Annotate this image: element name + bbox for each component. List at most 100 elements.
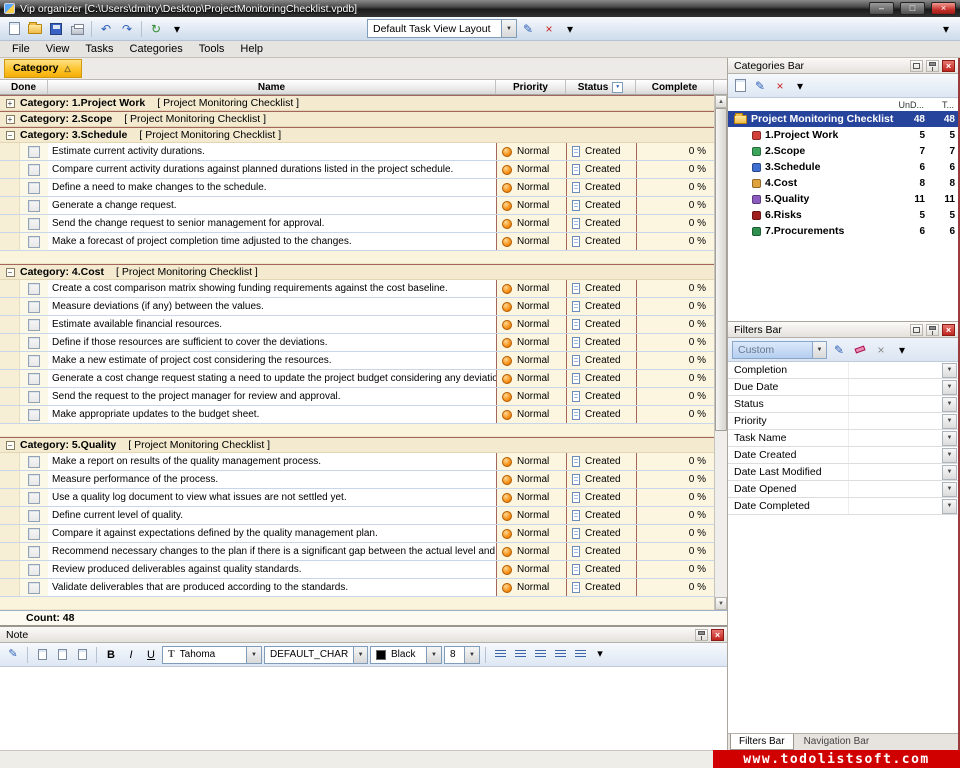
task-checkbox[interactable] (28, 301, 40, 313)
task-checkbox[interactable] (28, 182, 40, 194)
menu-tasks[interactable]: Tasks (77, 42, 121, 56)
filters-close-icon[interactable]: × (942, 324, 955, 336)
task-checkbox[interactable] (28, 456, 40, 468)
column-header-complete[interactable]: Complete (636, 80, 714, 94)
font-color-select[interactable]: Black ▼ (370, 646, 442, 664)
chevron-down-icon[interactable]: ▼ (246, 647, 261, 663)
chevron-down-icon[interactable]: ▼ (812, 342, 826, 358)
tab-navigation-bar[interactable]: Navigation Bar (795, 734, 879, 750)
menu-help[interactable]: Help (232, 42, 271, 56)
pin-icon[interactable] (926, 60, 939, 72)
edit-layout-icon[interactable]: ✎ (518, 19, 538, 39)
scrollbar-track[interactable] (715, 108, 727, 597)
toolbar-overflow-icon[interactable]: ▾ (936, 19, 956, 39)
task-checkbox[interactable] (28, 391, 40, 403)
align-right-icon[interactable] (531, 646, 549, 664)
scroll-down-icon[interactable]: ▼ (715, 597, 727, 610)
task-checkbox[interactable] (28, 528, 40, 540)
tools-dropdown-icon[interactable]: ▾ (167, 19, 187, 39)
font-family-select[interactable]: T Tahoma ▼ (162, 646, 262, 664)
spell-check-icon[interactable]: ✎ (4, 646, 22, 664)
collapse-icon[interactable]: − (6, 441, 15, 450)
undone-column-header[interactable]: UnD... (898, 100, 928, 110)
collapse-icon[interactable]: − (6, 268, 15, 277)
column-header-name[interactable]: Name (48, 80, 496, 94)
task-checkbox[interactable] (28, 164, 40, 176)
category-item[interactable]: 5.Quality1111 (728, 191, 958, 207)
note-editor[interactable] (0, 667, 727, 750)
save-filter-icon[interactable]: ✎ (830, 341, 848, 359)
category-item[interactable]: 6.Risks55 (728, 207, 958, 223)
group-header-row[interactable]: −Category: 4.Cost[ Project Monitoring Ch… (0, 264, 714, 280)
filter-dropdown-icon[interactable]: ▼ (942, 448, 957, 463)
filter-dropdown-icon[interactable]: ▼ (942, 414, 957, 429)
underline-button[interactable]: U (142, 646, 160, 664)
task-checkbox[interactable] (28, 492, 40, 504)
group-header-row[interactable]: −Category: 3.Schedule[ Project Monitorin… (0, 127, 714, 143)
category-item[interactable]: 2.Scope77 (728, 143, 958, 159)
bullet-list-icon[interactable] (551, 646, 569, 664)
total-column-header[interactable]: T... (928, 100, 958, 110)
task-checkbox[interactable] (28, 146, 40, 158)
task-checkbox[interactable] (28, 546, 40, 558)
filter-dropdown-icon[interactable]: ▼ (942, 482, 957, 497)
collapse-icon[interactable]: − (6, 131, 15, 140)
layout-options-icon[interactable]: ▾ (560, 19, 580, 39)
save-icon[interactable] (46, 19, 66, 39)
task-checkbox[interactable] (28, 373, 40, 385)
char-style-select[interactable]: DEFAULT_CHAR ▼ (264, 646, 368, 664)
grid-vertical-scrollbar[interactable]: ▲ ▼ (714, 95, 727, 610)
maximize-button[interactable]: □ (900, 2, 925, 15)
category-item[interactable]: 1.Project Work55 (728, 127, 958, 143)
group-header-row[interactable]: +Category: 1.Project Work[ Project Monit… (0, 95, 714, 111)
bold-button[interactable]: B (102, 646, 120, 664)
refresh-icon[interactable]: ↻ (146, 19, 166, 39)
menu-file[interactable]: File (4, 42, 38, 56)
expand-icon[interactable]: + (6, 99, 15, 108)
delete-layout-icon[interactable]: × (539, 19, 559, 39)
scroll-up-icon[interactable]: ▲ (715, 95, 727, 108)
filter-options-icon[interactable]: ▾ (893, 341, 911, 359)
menu-tools[interactable]: Tools (191, 42, 233, 56)
filter-dropdown-icon[interactable]: ▼ (942, 431, 957, 446)
filter-dropdown-icon[interactable]: ▼ (942, 465, 957, 480)
filter-dropdown-icon[interactable]: ▼ (942, 380, 957, 395)
status-filter-icon[interactable]: ▼ (612, 82, 623, 93)
category-item[interactable]: 7.Procurements66 (728, 223, 958, 239)
task-checkbox[interactable] (28, 564, 40, 576)
tab-filters-bar[interactable]: Filters Bar (730, 734, 794, 750)
font-size-select[interactable]: 8 ▼ (444, 646, 480, 664)
cut-icon[interactable] (33, 646, 51, 664)
group-header-row[interactable]: +Category: 2.Scope[ Project Monitoring C… (0, 111, 714, 127)
chevron-down-icon[interactable]: ▼ (426, 647, 441, 663)
align-left-icon[interactable] (491, 646, 509, 664)
copy-icon[interactable] (53, 646, 71, 664)
chevron-down-icon[interactable]: ▼ (353, 647, 367, 663)
window-position-icon[interactable] (910, 60, 923, 72)
undo-icon[interactable]: ↶ (96, 19, 116, 39)
task-checkbox[interactable] (28, 474, 40, 486)
menu-view[interactable]: View (38, 42, 78, 56)
numbered-list-icon[interactable] (571, 646, 589, 664)
task-checkbox[interactable] (28, 409, 40, 421)
task-view-layout-select[interactable]: Default Task View Layout ▼ (367, 19, 517, 38)
task-checkbox[interactable] (28, 319, 40, 331)
task-checkbox[interactable] (28, 355, 40, 367)
category-item[interactable]: 3.Schedule66 (728, 159, 958, 175)
task-checkbox[interactable] (28, 510, 40, 522)
filter-preset-select[interactable]: Custom ▼ (732, 341, 827, 359)
clear-filter-icon[interactable] (851, 341, 869, 359)
menu-categories[interactable]: Categories (122, 42, 191, 56)
close-button[interactable]: × (931, 2, 956, 15)
delete-category-icon[interactable]: × (771, 77, 789, 95)
categories-close-icon[interactable]: × (942, 60, 955, 72)
chevron-down-icon[interactable]: ▼ (501, 20, 516, 37)
column-header-status[interactable]: Status ▼ (566, 80, 636, 94)
task-checkbox[interactable] (28, 218, 40, 230)
filter-dropdown-icon[interactable]: ▼ (942, 397, 957, 412)
filter-dropdown-icon[interactable]: ▼ (942, 363, 957, 378)
chevron-down-icon[interactable]: ▼ (464, 647, 479, 663)
scrollbar-thumb[interactable] (715, 108, 727, 431)
minimize-button[interactable]: – (869, 2, 894, 15)
pin-icon[interactable] (695, 629, 708, 641)
